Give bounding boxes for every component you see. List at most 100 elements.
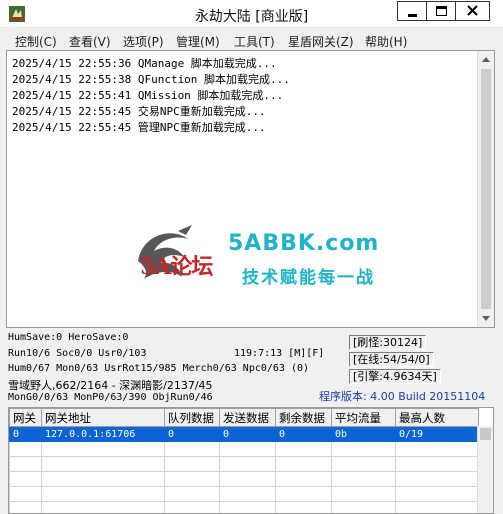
scroll-thumb[interactable] xyxy=(480,428,491,440)
table-cell xyxy=(9,486,42,502)
table-cell xyxy=(164,441,220,457)
table-cell xyxy=(164,486,220,502)
status-panel: HumSave:0 HeroSave:0 Run10/6 Soc0/0 Usr0… xyxy=(8,330,498,405)
table-cell xyxy=(219,471,276,487)
table-cell xyxy=(395,501,479,513)
watermark-logo: 5A论坛 xyxy=(140,254,213,280)
scroll-thumb[interactable] xyxy=(481,69,491,309)
menu-manage[interactable]: 管理(M) xyxy=(176,33,220,50)
table-row[interactable]: 0 127.0.0.1:61706 0 0 0 0b 0/19 xyxy=(9,426,479,442)
table-cell xyxy=(9,441,42,457)
menu-options[interactable]: 选项(P) xyxy=(123,33,164,50)
log-panel[interactable]: 2025/4/15 22:55:36 QManage 脚本加载完成... 202… xyxy=(6,50,495,328)
table-cell xyxy=(275,471,332,487)
menu-control[interactable]: 控制(C) xyxy=(15,33,57,50)
table-cell xyxy=(219,486,276,502)
menu-help[interactable]: 帮助(H) xyxy=(365,33,407,50)
table-cell: 0b xyxy=(331,426,396,442)
gateway-table[interactable]: 网关 网关地址 队列数据 发送数据 剩余数据 平均流量 最高人数 0 127.0… xyxy=(8,407,494,514)
table-cell xyxy=(9,456,42,472)
table-cell xyxy=(164,471,220,487)
minimize-button[interactable] xyxy=(397,1,427,21)
table-cell: 0 xyxy=(9,426,42,442)
online-count: [在线:54/54/0] xyxy=(349,352,434,367)
log-line: 2025/4/15 22:55:36 QManage 脚本加载完成... xyxy=(12,57,277,70)
status-mongen: MonG0/0/63 MonP0/63/390 ObjRun0/46 xyxy=(8,392,213,403)
table-cell xyxy=(9,471,42,487)
status-save: HumSave:0 HeroSave:0 xyxy=(8,332,129,343)
close-icon xyxy=(467,5,478,16)
menu-bar: 控制(C) 查看(V) 选项(P) 管理(M) 工具(T) 星盾网关(Z) 帮助… xyxy=(0,30,503,50)
column-header[interactable]: 最高人数 xyxy=(395,408,479,427)
table-cell: 0 xyxy=(164,426,220,442)
table-header-row: 网关 网关地址 队列数据 发送数据 剩余数据 平均流量 最高人数 xyxy=(9,408,479,427)
table-cell: 0 xyxy=(275,426,332,442)
table-row[interactable] xyxy=(9,456,479,472)
watermark: 5A论坛 5ABBK.com 技术赋能每一战 xyxy=(130,221,390,321)
log-line: 2025/4/15 22:55:41 QMission 脚本加载完成... xyxy=(12,89,284,102)
table-scrollbar[interactable] xyxy=(477,426,493,513)
table-cell xyxy=(331,471,396,487)
watermark-site: 5ABBK.com xyxy=(228,231,380,256)
status-monster: 雪域野人,662/2164 - 深渊暗影/2137/45 xyxy=(8,379,213,392)
column-header[interactable]: 队列数据 xyxy=(164,408,220,427)
table-cell xyxy=(331,486,396,502)
status-run: Run10/6 Soc0/0 Usr0/103 xyxy=(8,348,147,359)
table-cell xyxy=(164,501,220,513)
refresh-monster-count: [刷怪:30124] xyxy=(349,335,427,350)
table-cell xyxy=(395,471,479,487)
table-cell xyxy=(41,501,165,513)
table-cell: 127.0.0.1:61706 xyxy=(41,426,165,442)
minimize-icon xyxy=(408,14,417,17)
table-cell xyxy=(331,456,396,472)
menu-gateway[interactable]: 星盾网关(Z) xyxy=(288,33,354,50)
table-cell xyxy=(275,441,332,457)
table-cell xyxy=(219,456,276,472)
menu-view[interactable]: 查看(V) xyxy=(69,33,111,50)
program-version: 程序版本: 4.00 Build 20151104 xyxy=(319,390,486,403)
table-cell: 0 xyxy=(219,426,276,442)
column-header[interactable]: 网关 xyxy=(9,408,42,427)
scroll-down-icon[interactable] xyxy=(482,316,490,321)
table-cell xyxy=(275,486,332,502)
table-row[interactable] xyxy=(9,486,479,502)
menu-tools[interactable]: 工具(T) xyxy=(234,33,275,50)
log-line: 2025/4/15 22:55:45 交易NPC重新加载完成... xyxy=(12,105,266,118)
table-cell xyxy=(9,501,42,513)
table-cell xyxy=(331,441,396,457)
table-cell xyxy=(275,456,332,472)
status-uptime: 119:7:13 [M][F] xyxy=(234,348,325,359)
table-cell xyxy=(219,501,276,513)
table-row[interactable] xyxy=(9,501,479,513)
log-scrollbar[interactable] xyxy=(477,51,494,327)
close-button[interactable] xyxy=(455,1,490,21)
table-cell xyxy=(275,501,332,513)
table-cell xyxy=(395,486,479,502)
status-humans: Hum0/67 Mon0/63 UsrRot15/985 Merch0/63 N… xyxy=(8,363,310,374)
table-cell xyxy=(331,501,396,513)
log-list: 2025/4/15 22:55:36 QManage 脚本加载完成... 202… xyxy=(12,56,290,136)
column-header[interactable]: 平均流量 xyxy=(331,408,396,427)
title-bar: 永劫大陆 [商业版] xyxy=(0,0,503,28)
table-cell xyxy=(395,456,479,472)
column-header[interactable]: 发送数据 xyxy=(219,408,276,427)
log-line: 2025/4/15 22:55:38 QFunction 脚本加载完成... xyxy=(12,73,290,86)
column-header[interactable]: 网关地址 xyxy=(41,408,165,427)
maximize-button[interactable] xyxy=(426,1,456,21)
table-cell xyxy=(164,456,220,472)
table-cell xyxy=(41,441,165,457)
table-cell xyxy=(41,486,165,502)
maximize-icon xyxy=(436,6,447,16)
table-cell xyxy=(395,441,479,457)
watermark-slogan: 技术赋能每一战 xyxy=(242,268,375,288)
scroll-up-icon[interactable] xyxy=(482,57,490,62)
engine-uptime: [引擎:4.9634天] xyxy=(349,369,441,384)
table-row[interactable] xyxy=(9,441,479,457)
table-cell xyxy=(41,471,165,487)
table-row[interactable] xyxy=(9,471,479,487)
table-cell xyxy=(219,441,276,457)
table-cell xyxy=(41,456,165,472)
column-header[interactable]: 剩余数据 xyxy=(275,408,332,427)
table-cell: 0/19 xyxy=(395,426,479,442)
log-line: 2025/4/15 22:55:45 管理NPC重新加载完成... xyxy=(12,121,266,134)
